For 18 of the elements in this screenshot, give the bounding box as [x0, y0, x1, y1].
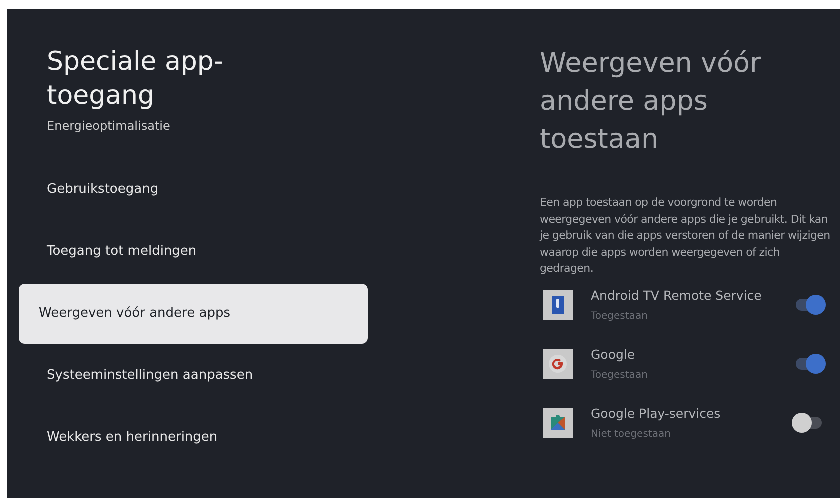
- app-status: Toegestaan: [591, 370, 649, 381]
- menu-item[interactable]: Gebruikstoegang: [7, 159, 357, 221]
- app-status: Toegestaan: [591, 311, 649, 322]
- remote-app-icon: [543, 290, 573, 320]
- detail-title: Weergeven vóór andere apps toestaan: [540, 47, 762, 157]
- description: Een app toestaan op de voorgrond te worden weergegeven vóór andere apps die je gebruikt. Dit kan je gebruik van die apps verstoren of de manier wijzigen waarop die apps worden weergegeven of zich gedragen.: [540, 195, 832, 277]
- menu-item[interactable]: Toegang tot meldingen: [7, 221, 357, 283]
- app-name: Google Play-services: [591, 406, 722, 421]
- page-title: Speciale app-toegang: [46, 46, 224, 113]
- menu-item[interactable]: Systeeminstellingen aanpassen: [7, 345, 357, 407]
- app-status: Niet toegestaan: [591, 429, 672, 440]
- app-name: Android TV Remote Service: [591, 288, 763, 303]
- google-app-icon: [543, 349, 573, 379]
- menu-item[interactable]: Energieoptimalisatie: [7, 119, 357, 141]
- menu-item[interactable]: Wekkers en herinneringen: [7, 407, 357, 469]
- app-name: Google: [591, 347, 636, 362]
- puzzle-app-icon: [543, 408, 573, 438]
- menu-item[interactable]: Weergeven vóór andere apps: [19, 284, 368, 344]
